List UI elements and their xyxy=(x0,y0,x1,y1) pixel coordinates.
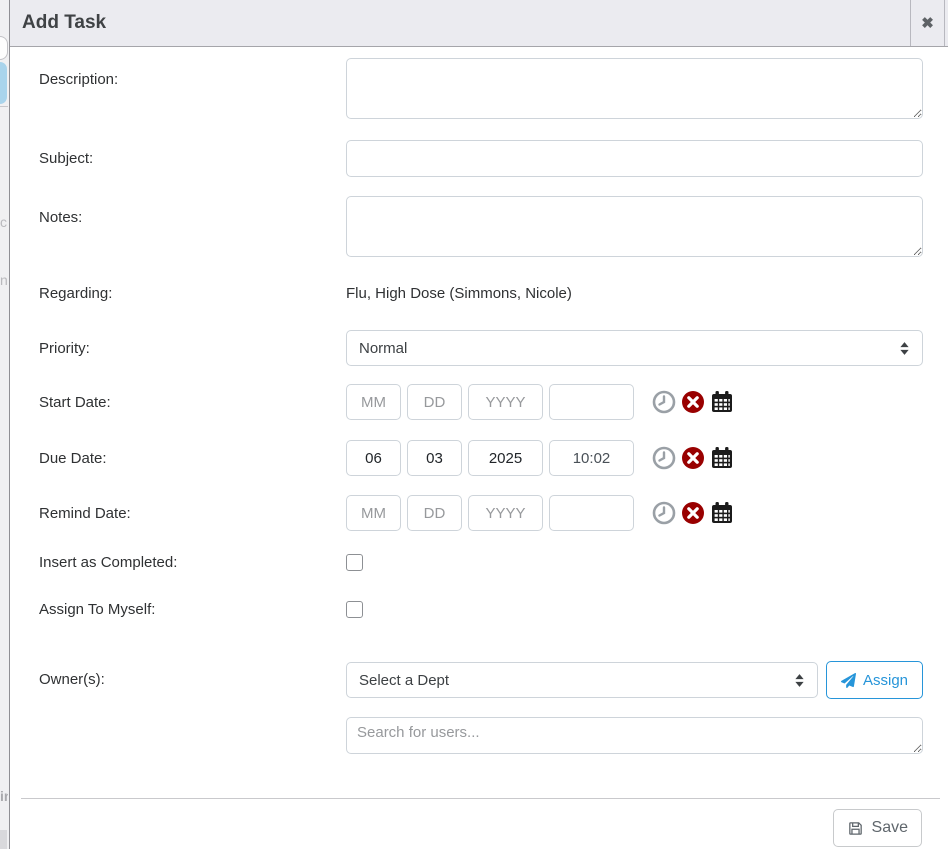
backdrop-bottom-element xyxy=(0,830,7,849)
regarding-value: Flu, High Dose (Simmons, Nicole) xyxy=(346,284,922,304)
backdrop-text-fragment: ns xyxy=(0,272,8,288)
assign-button-label: Assign xyxy=(863,672,908,689)
insert-completed-checkbox[interactable] xyxy=(346,554,363,571)
assign-button[interactable]: Assign xyxy=(826,661,923,699)
start-date-label: Start Date: xyxy=(39,384,346,412)
remind-calendar-icon[interactable] xyxy=(710,501,734,525)
row-description: Description: xyxy=(39,58,922,119)
row-notes: Notes: xyxy=(39,196,922,257)
row-due-date: Due Date: xyxy=(39,440,922,476)
regarding-label: Regarding: xyxy=(39,284,346,303)
due-clock-icon[interactable] xyxy=(652,446,676,470)
remind-day-input[interactable] xyxy=(407,495,462,531)
backdrop-page-strip: c ns in xyxy=(0,0,9,849)
backdrop-blue-element xyxy=(0,62,7,104)
row-assign-myself: Assign To Myself: xyxy=(39,600,922,619)
backdrop-panel-corner xyxy=(0,36,8,60)
close-icon: ✖ xyxy=(921,14,934,32)
row-insert-completed: Insert as Completed: xyxy=(39,553,922,572)
start-calendar-icon[interactable] xyxy=(710,390,734,414)
dialog-title: Add Task xyxy=(10,12,106,34)
priority-select[interactable]: Normal xyxy=(346,330,923,366)
due-month-input[interactable] xyxy=(346,440,401,476)
subject-input xyxy=(346,140,923,177)
remind-clock-icon[interactable] xyxy=(652,501,676,525)
row-remind-date: Remind Date: xyxy=(39,495,922,531)
close-button[interactable]: ✖ xyxy=(910,0,945,46)
subject-label: Subject: xyxy=(39,140,346,168)
due-day-input[interactable] xyxy=(407,440,462,476)
start-clear-icon[interactable] xyxy=(681,390,705,414)
due-calendar-icon[interactable] xyxy=(710,446,734,470)
due-time-input[interactable] xyxy=(549,440,634,476)
start-day-input[interactable] xyxy=(407,384,462,420)
due-date-label: Due Date: xyxy=(39,440,346,468)
start-clock-icon[interactable] xyxy=(652,390,676,414)
due-clear-icon[interactable] xyxy=(681,446,705,470)
start-month-input[interactable] xyxy=(346,384,401,420)
remind-month-input[interactable] xyxy=(346,495,401,531)
remind-year-input[interactable] xyxy=(468,495,543,531)
dept-select[interactable]: Select a Dept xyxy=(346,662,818,698)
row-priority: Priority: Normal xyxy=(39,330,922,366)
dialog-header: Add Task ✖ xyxy=(10,0,948,47)
remind-time-input[interactable] xyxy=(549,495,634,531)
row-start-date: Start Date: xyxy=(39,384,922,420)
notes-textarea[interactable] xyxy=(346,196,923,257)
dialog-body: Description: Subject: Notes: Regarding: … xyxy=(10,47,948,759)
remind-date-label: Remind Date: xyxy=(39,495,346,523)
insert-completed-label: Insert as Completed: xyxy=(39,553,346,572)
dialog-footer: Save xyxy=(10,799,948,847)
save-floppy-icon xyxy=(847,820,864,837)
assign-myself-checkbox[interactable] xyxy=(346,601,363,618)
backdrop-text-fragment: in xyxy=(0,788,8,804)
row-owners: Owner(s): Select a Dept Assign xyxy=(39,661,922,699)
row-subject: Subject: xyxy=(39,140,922,177)
start-time-input[interactable] xyxy=(549,384,634,420)
priority-selected-value: Normal xyxy=(359,340,407,357)
description-textarea[interactable] xyxy=(346,58,923,119)
select-expand-icon xyxy=(794,673,805,688)
owners-label: Owner(s): xyxy=(39,661,346,689)
row-user-search xyxy=(39,717,922,759)
start-year-input[interactable] xyxy=(468,384,543,420)
save-button-label: Save xyxy=(872,819,908,837)
priority-label: Priority: xyxy=(39,330,346,358)
notes-label: Notes: xyxy=(39,196,346,227)
add-task-dialog: Add Task ✖ Description: Subject: Notes: xyxy=(9,0,948,849)
dept-selected-value: Select a Dept xyxy=(359,672,449,689)
description-label: Description: xyxy=(39,58,346,89)
due-year-input[interactable] xyxy=(468,440,543,476)
user-search-textarea[interactable] xyxy=(346,717,923,754)
backdrop-text-fragment: c xyxy=(0,214,8,230)
backdrop-divider xyxy=(0,106,8,107)
row-regarding: Regarding: Flu, High Dose (Simmons, Nico… xyxy=(39,284,922,304)
select-expand-icon xyxy=(899,341,910,356)
paper-plane-icon xyxy=(841,673,856,688)
assign-myself-label: Assign To Myself: xyxy=(39,600,346,619)
remind-clear-icon[interactable] xyxy=(681,501,705,525)
save-button[interactable]: Save xyxy=(833,809,922,847)
